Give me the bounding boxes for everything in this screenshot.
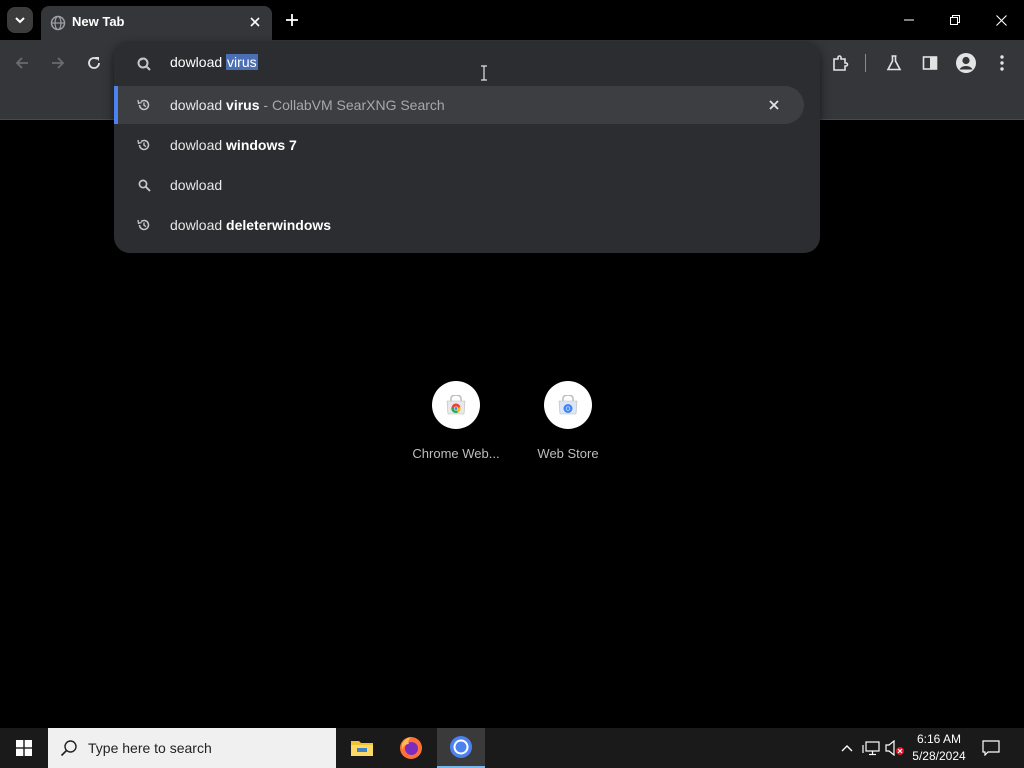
- minimize-button[interactable]: [886, 0, 932, 40]
- folder-icon: [351, 741, 373, 756]
- minimize-icon: [904, 19, 914, 21]
- selection-indicator: [114, 86, 118, 124]
- suggestion-item[interactable]: dowload windows 7: [114, 126, 804, 164]
- suggestion-source: CollabVM SearXNG Search: [271, 97, 445, 113]
- tab-new-tab[interactable]: New Tab: [41, 6, 272, 40]
- search-icon: [60, 740, 77, 757]
- taskbar-search-placeholder: Type here to search: [88, 740, 212, 756]
- restore-button[interactable]: [932, 0, 978, 40]
- chrome-web-store-icon: [432, 381, 480, 429]
- suggestion-text: dowload windows 7: [170, 137, 297, 153]
- search-icon: [136, 177, 152, 193]
- omnibox-input[interactable]: dowload virus: [170, 54, 258, 70]
- restore-icon: [950, 15, 960, 25]
- close-icon: [250, 17, 260, 27]
- new-tab-button[interactable]: [281, 9, 303, 31]
- volume-muted-icon: [885, 740, 904, 756]
- chrome-icon: [450, 736, 472, 758]
- tab-title: New Tab: [72, 14, 125, 29]
- arrow-left-icon: [15, 57, 28, 69]
- clock-date: 5/28/2024: [912, 749, 966, 763]
- network-button[interactable]: [860, 728, 882, 768]
- history-icon: [136, 217, 152, 233]
- text-cursor-icon: [481, 65, 487, 81]
- extensions-button[interactable]: [827, 50, 853, 76]
- taskbar-search-box[interactable]: Type here to search: [48, 728, 336, 768]
- forward-button[interactable]: [45, 50, 71, 76]
- arrow-right-icon: [52, 57, 65, 69]
- omnibox-typed-text: dowload: [170, 54, 227, 70]
- tab-close-button[interactable]: [246, 13, 264, 31]
- suggestion-text: dowload: [170, 177, 223, 193]
- flask-icon: [886, 55, 902, 71]
- searxng-icon: [137, 57, 151, 71]
- menu-button[interactable]: [989, 50, 1015, 76]
- close-window-button[interactable]: [978, 0, 1024, 40]
- shortcut-web-store[interactable]: Web Store: [520, 381, 616, 471]
- side-panel-icon: [922, 56, 938, 70]
- taskbar: Type here to search 6:16 AM 5/28/2024: [0, 728, 1024, 768]
- shortcut-chrome-web-store[interactable]: Chrome Web...: [408, 381, 504, 471]
- suggestion-item[interactable]: dowload virus - CollabVM SearXNG Search: [114, 86, 804, 124]
- close-icon: [769, 100, 779, 110]
- profile-button[interactable]: [953, 50, 979, 76]
- suggestion-text: dowload virus - CollabVM SearXNG Search: [170, 97, 445, 113]
- omnibox-dropdown: dowload virus dowload virus - CollabVM S…: [114, 41, 820, 253]
- chevron-up-icon: [841, 745, 853, 752]
- puzzle-icon: [833, 55, 849, 71]
- windows-logo-icon: [16, 740, 32, 756]
- avatar-icon: [956, 53, 976, 73]
- start-button[interactable]: [0, 728, 48, 768]
- suggestion-text: dowload deleterwindows: [170, 217, 332, 233]
- remove-suggestion-button[interactable]: [765, 96, 783, 114]
- shortcut-label: Chrome Web...: [412, 446, 500, 461]
- network-icon: [862, 741, 880, 756]
- notification-icon: [982, 740, 1000, 756]
- taskbar-clock[interactable]: 6:16 AM 5/28/2024: [906, 731, 972, 765]
- history-icon: [136, 97, 152, 113]
- reload-icon: [88, 57, 100, 69]
- taskbar-file-explorer[interactable]: [338, 728, 386, 768]
- more-vert-icon: [1000, 55, 1004, 71]
- shortcut-label: Web Store: [537, 446, 599, 461]
- suggestion-item[interactable]: dowload deleterwindows: [114, 206, 804, 244]
- omnibox-autocomplete-selection: virus: [226, 54, 258, 70]
- firefox-icon: [400, 737, 422, 759]
- chevron-down-icon: [15, 17, 25, 24]
- tab-search-button[interactable]: [7, 7, 33, 33]
- show-hidden-icons-button[interactable]: [836, 728, 858, 768]
- back-button[interactable]: [9, 50, 35, 76]
- labs-button[interactable]: [881, 50, 907, 76]
- history-icon: [136, 137, 152, 153]
- title-bar: New Tab: [0, 0, 1024, 40]
- action-center-button[interactable]: [978, 728, 1004, 768]
- suggestion-item[interactable]: dowload: [114, 166, 804, 204]
- side-panel-button[interactable]: [917, 50, 943, 76]
- volume-button[interactable]: [884, 728, 906, 768]
- clock-time: 6:16 AM: [916, 732, 962, 746]
- reload-button[interactable]: [81, 50, 107, 76]
- globe-icon: [50, 15, 66, 31]
- taskbar-firefox[interactable]: [387, 728, 435, 768]
- taskbar-chrome[interactable]: [437, 728, 485, 768]
- web-store-icon: [544, 381, 592, 429]
- plus-icon: [286, 14, 298, 26]
- toolbar-divider: [865, 54, 866, 72]
- close-icon: [995, 14, 1007, 26]
